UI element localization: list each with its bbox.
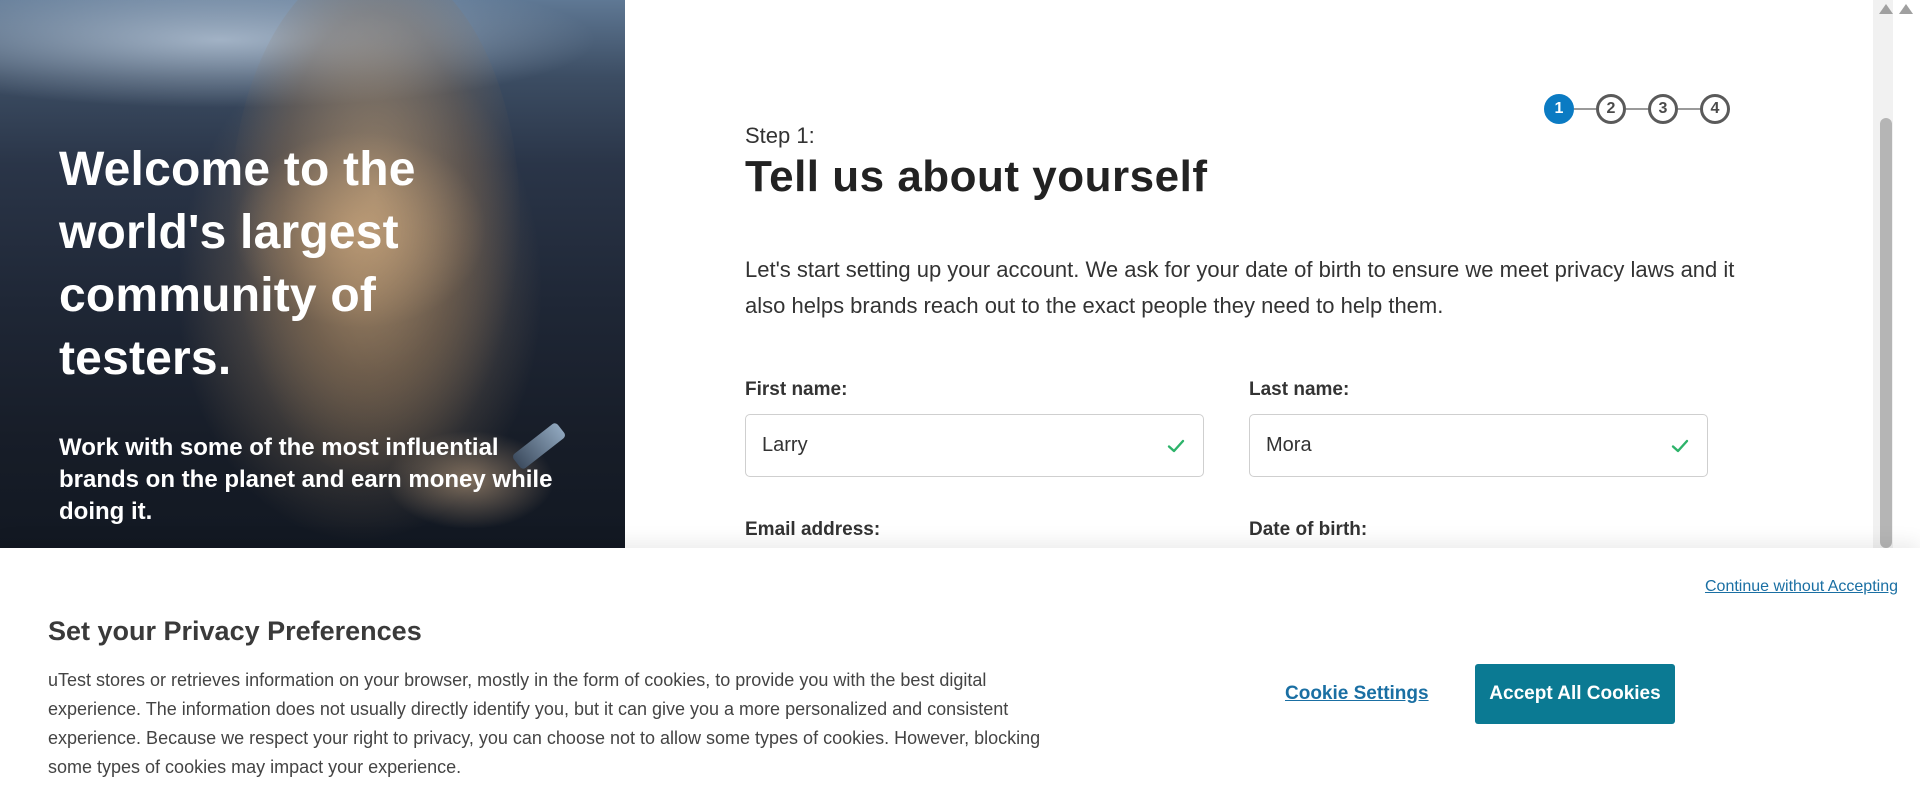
last-name-input[interactable] bbox=[1266, 434, 1669, 457]
continue-without-accepting-link[interactable]: Continue without Accepting bbox=[1705, 578, 1898, 596]
step-1: 1 bbox=[1544, 94, 1574, 124]
step-3: 3 bbox=[1648, 94, 1678, 124]
step-connector bbox=[1678, 108, 1700, 110]
first-name-input[interactable] bbox=[762, 434, 1165, 457]
step-2: 2 bbox=[1596, 94, 1626, 124]
triangle-up-icon[interactable] bbox=[1879, 4, 1893, 14]
cookie-settings-button[interactable]: Cookie Settings bbox=[1285, 683, 1429, 705]
last-name-label: Last name: bbox=[1249, 379, 1350, 400]
hero-panel: Welcome to the world's largest community… bbox=[0, 0, 625, 548]
step-4: 4 bbox=[1700, 94, 1730, 124]
progress-stepper: 1 2 3 4 bbox=[1544, 94, 1730, 124]
page-title: Tell us about yourself bbox=[745, 152, 1208, 201]
last-name-field[interactable] bbox=[1249, 414, 1708, 477]
email-label: Email address: bbox=[745, 519, 881, 540]
first-name-label: First name: bbox=[745, 379, 848, 400]
check-icon bbox=[1165, 435, 1187, 457]
dob-label: Date of birth: bbox=[1249, 519, 1368, 540]
cookie-banner-title: Set your Privacy Preferences bbox=[48, 616, 422, 646]
hero-title: Welcome to the world's largest community… bbox=[59, 143, 416, 385]
step-label: Step 1: bbox=[745, 123, 815, 148]
scrollbar-thumb[interactable] bbox=[1880, 118, 1892, 548]
hero-subtitle: Work with some of the most influential b… bbox=[59, 434, 553, 525]
cookie-banner: Continue without Accepting Set your Priv… bbox=[0, 548, 1920, 800]
intro-text: Let's start setting up your account. We … bbox=[745, 257, 1735, 318]
step-connector bbox=[1626, 108, 1648, 110]
triangle-up-icon[interactable] bbox=[1899, 4, 1913, 14]
accept-all-cookies-button[interactable]: Accept All Cookies bbox=[1475, 664, 1675, 724]
check-icon bbox=[1669, 435, 1691, 457]
cookie-banner-text: uTest stores or retrieves information on… bbox=[48, 670, 1041, 777]
first-name-field[interactable] bbox=[745, 414, 1204, 477]
step-connector bbox=[1574, 108, 1596, 110]
